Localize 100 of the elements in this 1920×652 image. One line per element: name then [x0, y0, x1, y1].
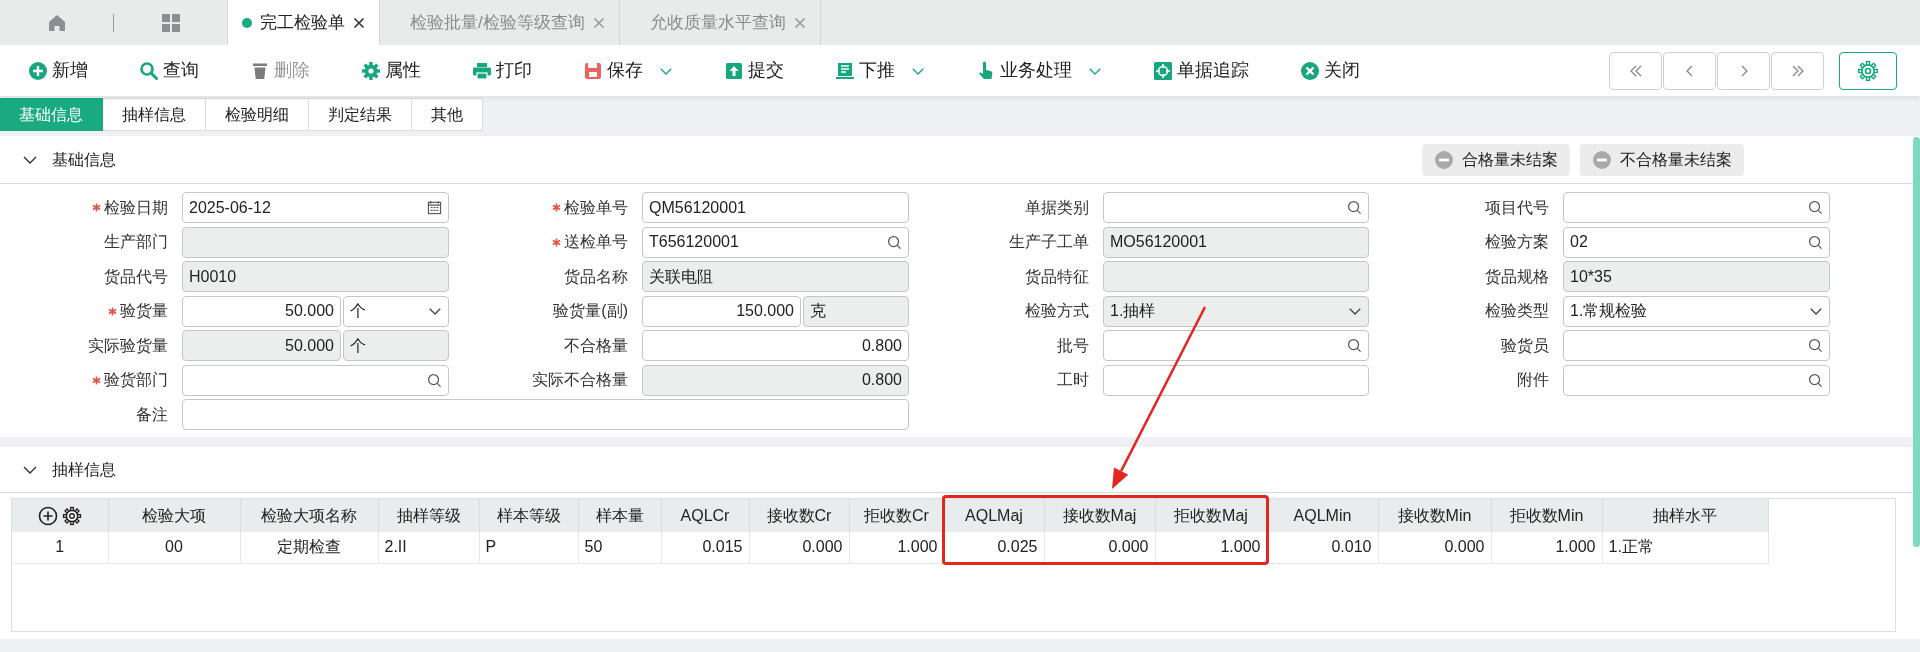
calendar-icon[interactable] [427, 200, 442, 215]
toolbar-button[interactable]: 属性 [355, 57, 427, 84]
input-field[interactable]: MO56120001 [1103, 226, 1369, 258]
search-icon[interactable] [1808, 200, 1823, 215]
field-label: 货品代号 [104, 266, 168, 287]
quantity-field[interactable]: 150.000 [642, 295, 801, 327]
toolbar-button[interactable]: 下推 [829, 57, 931, 84]
column-header[interactable]: 样本等级 [479, 499, 578, 532]
minus-circle-icon [1592, 149, 1612, 170]
toolbar-button[interactable]: 新增 [22, 57, 94, 84]
status-button[interactable]: 不合格量未结案 [1580, 143, 1744, 176]
previous-button[interactable] [1663, 51, 1716, 90]
status-button[interactable]: 合格量未结案 [1422, 143, 1570, 176]
add-row-icon[interactable] [37, 505, 58, 526]
field-label: 验货员 [1501, 335, 1549, 356]
field-label: 单据类别 [1025, 197, 1089, 218]
column-header[interactable]: 抽样等级 [378, 499, 479, 532]
column-header[interactable]: 接收数Min [1378, 499, 1491, 532]
search-icon[interactable] [1808, 234, 1823, 250]
column-header[interactable]: 拒收数Min [1491, 499, 1602, 532]
unit-field[interactable]: 克 [803, 295, 909, 327]
toolbar-button[interactable]: 提交 [718, 57, 790, 84]
date-field[interactable]: 2025-06-12 [182, 192, 449, 223]
column-header[interactable]: 检验大项 [108, 499, 240, 532]
section-tab[interactable]: 检验明细 [206, 98, 309, 131]
quantity-field[interactable]: 50.000 [182, 330, 341, 361]
section-tab[interactable]: 抽样信息 [103, 98, 206, 131]
column-header[interactable]: AQLMin [1267, 499, 1378, 532]
lookup-field[interactable] [1563, 330, 1830, 361]
column-header[interactable]: 样本量 [578, 499, 661, 532]
table-cell: 1.正常 [1602, 532, 1768, 563]
input-field[interactable]: H0010 [182, 261, 449, 292]
lookup-field[interactable] [1563, 192, 1830, 223]
search-icon[interactable] [1347, 338, 1362, 353]
column-header[interactable]: 接收数Maj [1044, 499, 1155, 532]
input-field[interactable]: QM56120001 [642, 192, 909, 223]
lookup-field[interactable]: 02 [1563, 226, 1830, 258]
document-tab[interactable]: 完工检验单 [227, 0, 380, 45]
table-cell: 定期检查 [240, 532, 378, 563]
input-field[interactable] [182, 226, 449, 258]
grid-icon[interactable] [160, 12, 181, 33]
field-label: 检验日期 [104, 197, 168, 218]
field-label: 货品名称 [564, 266, 628, 287]
column-header[interactable]: AQLMaj [944, 499, 1044, 532]
close-icon[interactable] [353, 16, 365, 29]
last-page-button[interactable] [1771, 51, 1824, 90]
settings-icon [1857, 59, 1879, 82]
column-header[interactable]: 拒收数Maj [1155, 499, 1267, 532]
home-icon[interactable] [46, 12, 67, 33]
column-header[interactable]: 拒收数Cr [849, 499, 944, 532]
dropdown-field[interactable]: 1.常规检验 [1563, 295, 1830, 327]
unit-dropdown[interactable]: 个 [343, 295, 449, 327]
lookup-field[interactable] [1103, 330, 1369, 361]
dropdown-field[interactable]: 1.抽样 [1103, 295, 1369, 327]
search-icon[interactable] [887, 234, 902, 250]
toolbar-button[interactable]: 业务处理 [970, 57, 1108, 84]
toolbar-button[interactable]: 查询 [133, 57, 205, 84]
toolbar-button[interactable]: 单据追踪 [1147, 57, 1255, 84]
next-button[interactable] [1717, 51, 1770, 90]
unit-field[interactable]: 个 [343, 330, 449, 361]
upload-icon [724, 60, 744, 81]
search-icon[interactable] [427, 372, 442, 388]
field-label: 项目代号 [1485, 197, 1549, 218]
settings-button[interactable] [1839, 51, 1897, 90]
field-label: 生产子工单 [1009, 232, 1089, 252]
table-cell: 0.000 [1378, 532, 1491, 563]
column-header[interactable]: 检验大项名称 [240, 499, 378, 532]
field-label: 检验方式 [1025, 301, 1089, 321]
search-icon[interactable] [1347, 200, 1362, 215]
table-cell: 1.000 [1155, 532, 1267, 563]
input-field[interactable] [1103, 261, 1369, 292]
field-label: 检验方案 [1485, 232, 1549, 252]
scrollbar-thumb[interactable] [1913, 137, 1920, 547]
lookup-field[interactable] [182, 364, 449, 396]
field-label: 备注 [136, 404, 168, 425]
input-field[interactable]: 10*35 [1563, 261, 1830, 292]
lookup-field[interactable]: T656120001 [642, 226, 909, 258]
section-tab[interactable]: 其他 [412, 98, 483, 131]
section-tab[interactable]: 判定结果 [309, 98, 412, 131]
search-icon[interactable] [1808, 372, 1823, 388]
column-header[interactable]: AQLCr [661, 499, 749, 532]
toolbar-button[interactable]: 关闭 [1294, 57, 1366, 84]
number-field[interactable]: 0.800 [642, 364, 909, 396]
lookup-field[interactable] [1103, 192, 1369, 223]
first-page-button[interactable] [1609, 51, 1662, 90]
input-field[interactable] [1103, 364, 1369, 396]
input-field[interactable] [182, 399, 909, 430]
lookup-field[interactable] [1563, 364, 1830, 396]
field-label: 验货部门 [104, 370, 168, 390]
active-dot [242, 17, 252, 28]
column-header[interactable]: 抽样水平 [1602, 499, 1768, 532]
number-field[interactable]: 0.800 [642, 330, 909, 361]
quantity-field[interactable]: 50.000 [182, 295, 341, 327]
toolbar-button[interactable]: 保存 [577, 57, 679, 84]
input-field[interactable]: 关联电阻 [642, 261, 909, 292]
toolbar-button[interactable]: 打印 [466, 57, 538, 84]
section-title: 抽样信息 [52, 459, 116, 480]
settings-icon[interactable] [61, 505, 82, 526]
search-icon[interactable] [1808, 338, 1823, 353]
column-header[interactable]: 接收数Cr [749, 499, 849, 532]
